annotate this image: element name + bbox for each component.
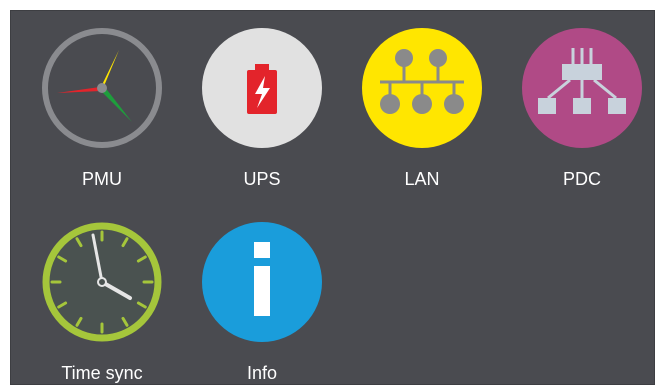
pmu-button[interactable]: PMU bbox=[32, 28, 172, 198]
data-concentrator-icon bbox=[522, 28, 642, 148]
lan-label: LAN bbox=[404, 169, 440, 189]
lan-button[interactable]: LAN bbox=[352, 28, 492, 198]
gauge-icon bbox=[42, 28, 162, 148]
ups-button[interactable]: UPS bbox=[192, 28, 332, 198]
battery-charging-icon bbox=[202, 28, 322, 148]
info-icon bbox=[202, 222, 322, 342]
pmu-label: PMU bbox=[82, 169, 122, 189]
pdc-button[interactable]: PDC bbox=[512, 28, 652, 198]
clock-icon bbox=[42, 222, 162, 342]
network-icon bbox=[362, 28, 482, 148]
time-sync-button[interactable]: Time sync bbox=[32, 222, 172, 392]
ups-label: UPS bbox=[243, 169, 281, 189]
info-label: Info bbox=[246, 363, 278, 383]
device-menu-panel: PMU UPS LAN PDC Time sync Info bbox=[10, 10, 655, 385]
pdc-label: PDC bbox=[562, 169, 601, 189]
time-sync-label: Time sync bbox=[61, 363, 143, 383]
info-button[interactable]: Info bbox=[192, 222, 332, 392]
